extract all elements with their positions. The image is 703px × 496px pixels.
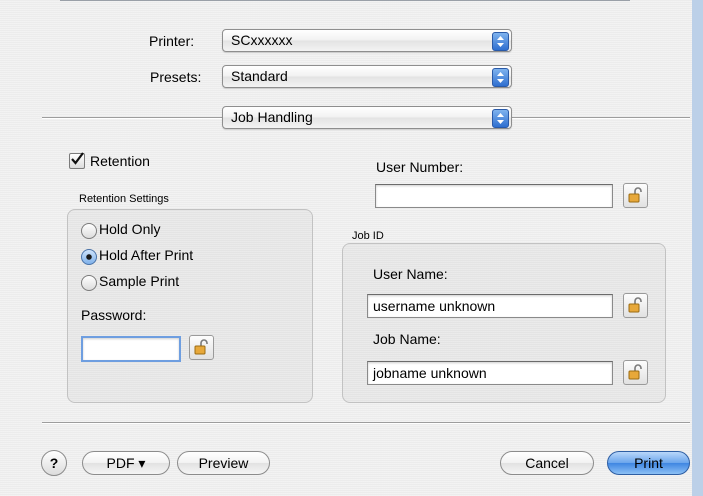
checkmark-icon [71,152,84,165]
separator-right [512,117,690,119]
printer-value: SCxxxxxx [231,32,293,48]
password-field[interactable] [81,336,181,362]
hold-only-label: Hold Only [99,221,161,237]
print-button[interactable]: Print [607,451,690,475]
password-label: Password: [81,307,147,323]
footer-separator [42,422,690,424]
lock-icon [194,339,208,355]
lock-icon [628,297,642,313]
cancel-button[interactable]: Cancel [500,451,594,475]
radio-hold-only[interactable] [81,223,97,239]
lock-icon [628,187,642,203]
presets-popup[interactable]: Standard [222,65,512,88]
retention-settings-group [67,209,313,403]
lock-icon [628,364,642,380]
popup-arrows-icon [492,109,509,128]
pdf-button[interactable]: PDF ▾ [82,451,170,475]
password-lock-button[interactable] [189,335,214,360]
help-button[interactable]: ? [41,450,67,476]
user-name-lock-button[interactable] [623,293,648,318]
job-name-field[interactable]: jobname unknown [367,361,613,385]
printer-popup[interactable]: SCxxxxxx [222,29,512,52]
preview-button[interactable]: Preview [177,451,270,475]
panel-value: Job Handling [231,109,313,125]
radio-hold-after-print[interactable] [81,249,97,265]
popup-arrows-icon [492,68,509,87]
printer-label: Printer: [149,33,195,49]
sheet-top-edge [60,0,630,1]
user-number-label: User Number: [376,159,464,175]
user-name-value: username unknown [373,298,496,314]
panel-popup[interactable]: Job Handling [222,106,512,129]
retention-settings-title: Retention Settings [79,193,169,205]
presets-label: Presets: [150,69,202,85]
sample-print-label: Sample Print [99,273,180,289]
radio-sample-print[interactable] [81,275,97,291]
window-edge [692,0,703,496]
job-id-title: Job ID [352,230,384,242]
retention-label: Retention [90,153,150,169]
hold-after-print-label: Hold After Print [99,247,194,263]
user-name-label: User Name: [373,266,448,282]
user-number-lock-button[interactable] [623,183,648,208]
user-name-field[interactable]: username unknown [367,294,613,318]
job-name-value: jobname unknown [373,365,487,381]
print-dialog: Printer: SCxxxxxx Presets: Standard Job … [0,0,703,496]
retention-checkbox[interactable] [69,152,85,169]
popup-arrows-icon [492,32,509,51]
user-number-field[interactable] [375,184,613,208]
separator-left [42,117,222,119]
job-name-lock-button[interactable] [623,360,648,385]
presets-value: Standard [231,68,288,84]
job-name-label: Job Name: [373,331,441,347]
